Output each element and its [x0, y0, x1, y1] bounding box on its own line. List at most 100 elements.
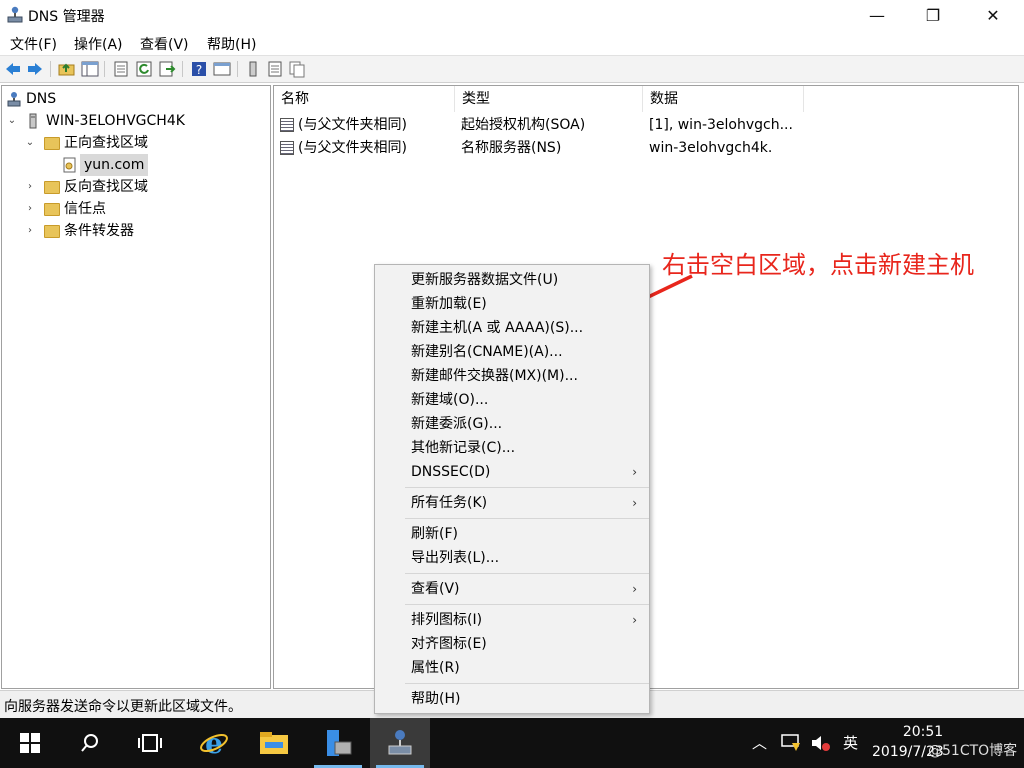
chevron-down-icon[interactable]: ⌄: [24, 132, 36, 154]
submenu-arrow-icon: ›: [632, 465, 637, 479]
menu-item-properties[interactable]: 属性(R): [375, 656, 649, 680]
toolbar: ?: [0, 55, 1024, 83]
menu-item-dnssec[interactable]: DNSSEC(D) ›: [375, 460, 649, 484]
folder-icon: [44, 225, 60, 238]
menu-item-new-alias[interactable]: 新建别名(CNAME)(A)...: [375, 340, 649, 364]
svg-text:?: ?: [196, 63, 202, 77]
cell-type: 名称服务器(NS): [461, 140, 562, 156]
tree-label: 反向查找区域: [64, 179, 148, 195]
table-row[interactable]: (与父文件夹相同) 起始授权机构(SOA) [1], win-3elohvgch…: [278, 114, 1008, 137]
file-explorer-icon: [260, 732, 288, 754]
cell-name: (与父文件夹相同): [298, 140, 407, 156]
tree-label: DNS: [26, 91, 57, 107]
title-bar: DNS 管理器 — ❐ ✕: [0, 0, 1024, 31]
minimize-icon: —: [869, 6, 885, 25]
start-button[interactable]: [0, 718, 60, 768]
chevron-right-icon[interactable]: ›: [24, 220, 36, 242]
menu-item-new-domain[interactable]: 新建域(O)...: [375, 388, 649, 412]
menu-item-refresh[interactable]: 刷新(F): [375, 522, 649, 546]
taskbar-file-explorer[interactable]: [244, 718, 304, 768]
dns-icon: [7, 92, 21, 107]
tree-label: yun.com: [80, 154, 149, 176]
windows-logo-icon: [20, 733, 40, 753]
record-icon: [280, 118, 294, 132]
copy-icon[interactable]: [288, 60, 306, 78]
server-icon: [29, 113, 37, 129]
menu-file[interactable]: 文件(F): [10, 34, 57, 54]
taskbar: e ︿ 英 20:51 2019/7/23: [0, 718, 1024, 768]
console-tree: DNS ⌄ WIN-3ELOHVGCH4K ⌄ 正向查找区域 yun.com ›…: [1, 85, 271, 689]
search-icon: [81, 734, 98, 752]
chevron-right-icon[interactable]: ›: [24, 198, 36, 220]
search-button[interactable]: [60, 718, 120, 768]
ime-indicator[interactable]: 英: [843, 718, 858, 768]
cell-name: (与父文件夹相同): [298, 117, 407, 133]
up-folder-icon[interactable]: [58, 60, 76, 78]
volume-muted-icon[interactable]: [810, 733, 832, 753]
menu-help[interactable]: 帮助(H): [207, 34, 256, 54]
submenu-arrow-icon: ›: [632, 496, 637, 510]
back-arrow-icon[interactable]: [4, 60, 22, 78]
export-list-icon[interactable]: [158, 60, 176, 78]
internet-explorer-icon: e: [200, 728, 228, 758]
menu-separator: [405, 604, 649, 605]
zone-file-icon: [63, 157, 76, 173]
cell-data: [1], win-3elohvgch...: [649, 117, 793, 133]
menu-item-arrange-icons[interactable]: 排列图标(I) ›: [375, 608, 649, 632]
record-icon: [280, 141, 294, 155]
record-list-icon[interactable]: [266, 60, 284, 78]
cell-data: win-3elohvgch4k.: [649, 140, 773, 156]
menu-item-new-host[interactable]: 新建主机(A 或 AAAA)(S)...: [375, 316, 649, 340]
restore-icon: ❐: [925, 6, 941, 25]
column-header-type[interactable]: 类型: [455, 86, 643, 112]
network-warning-icon[interactable]: [780, 733, 802, 753]
taskbar-server-manager[interactable]: [308, 718, 368, 768]
tree-label: 正向查找区域: [64, 135, 148, 151]
task-view-icon: [138, 734, 162, 752]
show-hide-tree-icon[interactable]: [81, 60, 99, 78]
help-icon[interactable]: ?: [190, 60, 208, 78]
toolbar-separator: [182, 61, 183, 77]
minimize-button[interactable]: —: [854, 0, 900, 31]
chevron-down-icon[interactable]: ⌄: [6, 110, 18, 132]
task-view-button[interactable]: [120, 718, 180, 768]
taskbar-internet-explorer[interactable]: e: [184, 718, 244, 768]
menu-separator: [405, 518, 649, 519]
dns-manager-icon: [7, 6, 23, 23]
forward-arrow-icon[interactable]: [26, 60, 44, 78]
menu-item-reload[interactable]: 重新加载(E): [375, 292, 649, 316]
svg-text:e: e: [205, 728, 223, 758]
watermark: @51CTO博客: [928, 743, 1018, 759]
menu-item-help[interactable]: 帮助(H): [375, 687, 649, 711]
server-manager-icon: [327, 730, 352, 756]
menu-item-all-tasks[interactable]: 所有任务(K) ›: [375, 491, 649, 515]
restore-button[interactable]: ❐: [910, 0, 956, 31]
properties-icon[interactable]: [112, 60, 130, 78]
folder-icon: [44, 203, 60, 216]
console-icon[interactable]: [213, 60, 231, 78]
chevron-right-icon[interactable]: ›: [24, 176, 36, 198]
column-header-data[interactable]: 数据: [643, 86, 804, 112]
menu-item-new-mail-exchanger[interactable]: 新建邮件交换器(MX)(M)...: [375, 364, 649, 388]
column-header-name[interactable]: 名称: [274, 86, 455, 112]
close-button[interactable]: ✕: [970, 0, 1016, 31]
menu-item-new-delegation[interactable]: 新建委派(G)...: [375, 412, 649, 436]
menu-item-view[interactable]: 查看(V) ›: [375, 577, 649, 601]
menu-item-export-list[interactable]: 导出列表(L)...: [375, 546, 649, 570]
menu-separator: [405, 683, 649, 684]
taskbar-dns-manager[interactable]: [370, 718, 430, 768]
server-icon[interactable]: [244, 60, 262, 78]
menu-action[interactable]: 操作(A): [74, 34, 123, 54]
cell-type: 起始授权机构(SOA): [461, 117, 586, 133]
folder-icon: [44, 137, 60, 150]
menu-item-line-up-icons[interactable]: 对齐图标(E): [375, 632, 649, 656]
clock-time[interactable]: 20:51: [890, 724, 956, 740]
show-hidden-icons-chevron-icon[interactable]: ︿: [752, 718, 767, 768]
refresh-icon[interactable]: [135, 60, 153, 78]
annotation-text: 右击空白区域，点击新建主机: [662, 251, 974, 279]
menu-item-update-server-data-file[interactable]: 更新服务器数据文件(U): [375, 268, 649, 292]
menu-item-other-new-records[interactable]: 其他新记录(C)...: [375, 436, 649, 460]
table-row[interactable]: (与父文件夹相同) 名称服务器(NS) win-3elohvgch4k.: [278, 137, 1008, 160]
menu-view[interactable]: 查看(V): [140, 34, 189, 54]
tree-label: WIN-3ELOHVGCH4K: [46, 113, 185, 129]
